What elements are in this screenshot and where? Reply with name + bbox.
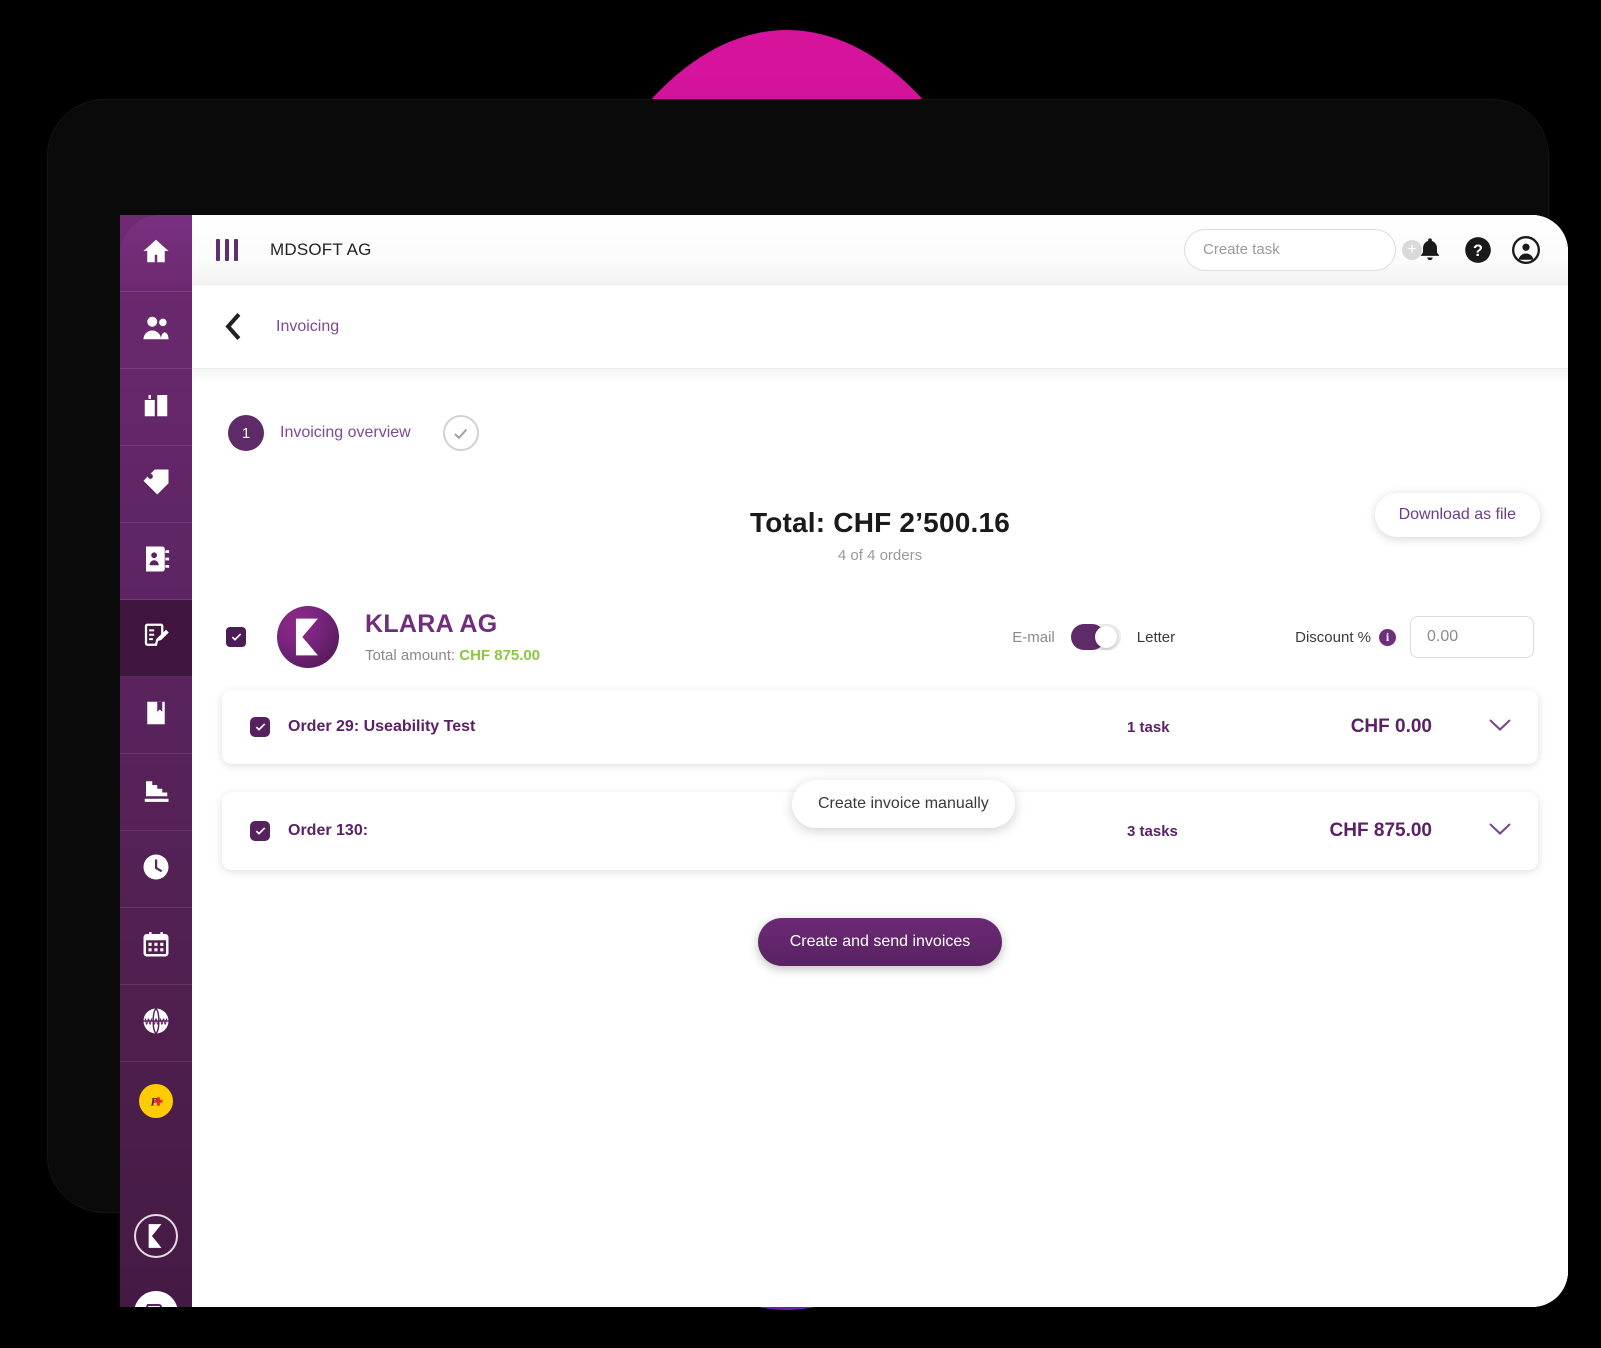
- order-title: Order 29: Useability Test: [288, 718, 476, 735]
- discount-label: Discount %: [1295, 628, 1371, 646]
- sidebar-item-time-tracking[interactable]: [120, 831, 192, 908]
- delivery-letter-label[interactable]: Letter: [1137, 629, 1175, 646]
- sidebar: WWW P: [120, 215, 192, 1307]
- chevron-down-icon[interactable]: [1488, 718, 1512, 737]
- customer-total: Total amount: CHF 875.00: [365, 647, 540, 664]
- top-bar-right: + ?: [1184, 228, 1540, 271]
- bell-icon[interactable]: [1416, 236, 1444, 264]
- total-amount: Total: CHF 2’500.16: [749, 507, 1011, 538]
- step-indicator: 1 Invoicing overview: [192, 369, 1568, 451]
- customer-row: KLARA AG Total amount: CHF 875.00 E-mail: [222, 606, 1538, 668]
- create-and-send-invoices-button[interactable]: Create and send invoices: [757, 918, 1003, 966]
- delivery-email-label[interactable]: E-mail: [1012, 629, 1055, 646]
- sidebar-item-companies[interactable]: [120, 369, 192, 446]
- sidebar-item-address-book[interactable]: [120, 523, 192, 600]
- order-row[interactable]: Order 130: Create invoice manually 3 tas…: [222, 780, 1538, 870]
- calendar-icon: [141, 929, 171, 964]
- account-icon[interactable]: [1512, 235, 1540, 264]
- customer-checkbox[interactable]: [226, 627, 246, 647]
- tablet-device-frame: WWW P MDSOFT AG Create task + ? Invoicin…: [48, 100, 1568, 1307]
- customer-total-label: Total amount:: [365, 647, 456, 664]
- svg-text:?: ?: [1473, 242, 1483, 260]
- summary-header: Total: CHF 2’500.16 4 of 4 orders Downlo…: [192, 493, 1568, 564]
- order-amount: CHF 0.00: [1350, 716, 1432, 737]
- home-icon: [141, 236, 171, 271]
- clipboard-check-icon: [141, 621, 171, 656]
- sidebar-item-klara-badge[interactable]: [120, 1197, 192, 1274]
- sidebar-item-reports[interactable]: [120, 754, 192, 831]
- create-task-input[interactable]: [1203, 241, 1402, 258]
- order-amount: CHF 875.00: [1329, 820, 1432, 841]
- sidebar-item-contacts[interactable]: [120, 292, 192, 369]
- order-checkbox[interactable]: [250, 821, 270, 841]
- step-label[interactable]: Invoicing overview: [280, 424, 411, 442]
- tag-icon: [141, 467, 171, 502]
- buildings-icon: [141, 390, 171, 425]
- book-bookmark-icon: [141, 698, 171, 733]
- sidebar-item-calendar[interactable]: [120, 908, 192, 985]
- orders-count: 4 of 4 orders: [837, 547, 923, 564]
- clock-icon: [141, 852, 171, 887]
- order-title: Order 130:: [288, 822, 369, 839]
- content-panel: 1 Invoicing overview Total: CHF 2’500.16…: [192, 369, 1568, 1307]
- main-area: MDSOFT AG + ?: [192, 215, 1568, 1307]
- chevron-left-icon[interactable]: [216, 313, 250, 340]
- order-task-count: 3 tasks: [1127, 822, 1178, 840]
- screenshot-stage: WWW P MDSOFT AG Create task + ? Invoicin…: [0, 0, 1601, 1348]
- order-checkbox[interactable]: [250, 717, 270, 737]
- download-as-file-button[interactable]: Download as file: [1374, 493, 1540, 537]
- delivery-method-toggle[interactable]: [1070, 624, 1121, 650]
- svg-text:WWW: WWW: [145, 1017, 168, 1026]
- create-task-box[interactable]: +: [1184, 228, 1422, 271]
- klara-logo-icon: [277, 606, 339, 668]
- help-icon[interactable]: ?: [1464, 236, 1492, 264]
- customer-total-value: CHF 875.00: [459, 647, 541, 664]
- klara-logo-icon: [134, 1213, 178, 1258]
- www-globe-icon: WWW: [141, 1006, 171, 1041]
- order-task-count: 1 task: [1127, 718, 1170, 736]
- primary-action-row: Create and send invoices: [192, 918, 1568, 966]
- check-circle-icon: [442, 415, 479, 451]
- people-icon: [141, 313, 171, 348]
- postfinance-icon: P: [139, 1083, 173, 1118]
- delivery-toggle-group: E-mail Letter: [1012, 624, 1175, 650]
- sidebar-item-postfinance[interactable]: P: [120, 1062, 192, 1139]
- breadcrumb: Invoicing: [192, 285, 1568, 369]
- discount-group: Discount % i: [1295, 616, 1534, 658]
- sidebar-item-website[interactable]: WWW: [120, 985, 192, 1062]
- discount-input[interactable]: [1410, 616, 1534, 658]
- create-invoice-manually-button[interactable]: Create invoice manually: [792, 780, 1015, 828]
- breadcrumb-label[interactable]: Invoicing: [276, 318, 339, 336]
- customer-name: KLARA AG: [365, 610, 498, 638]
- sidebar-item-home[interactable]: [120, 215, 192, 292]
- info-icon[interactable]: i: [1379, 628, 1396, 646]
- top-bar: MDSOFT AG + ?: [192, 215, 1568, 285]
- sidebar-item-invoicing[interactable]: [120, 600, 192, 677]
- stairs-chart-icon: [141, 775, 171, 810]
- chat-bubbles-icon: [134, 1290, 178, 1307]
- order-row[interactable]: Order 29: Useability Test 1 task CHF 0.0…: [222, 690, 1538, 764]
- sidebar-item-products[interactable]: [120, 446, 192, 523]
- chevron-down-icon[interactable]: [1488, 822, 1512, 841]
- discount-label-wrap: Discount % i: [1295, 628, 1396, 646]
- step-number: 1: [228, 415, 264, 451]
- toggle-knob: [1094, 626, 1117, 648]
- sidebar-item-support-chat[interactable]: [120, 1274, 192, 1307]
- vertical-bars-menu-icon[interactable]: [216, 238, 238, 261]
- app-screen: WWW P MDSOFT AG Create task + ? Invoicin…: [120, 215, 1568, 1307]
- organization-name: MDSOFT AG: [270, 239, 372, 259]
- sidebar-item-accounting[interactable]: [120, 677, 192, 754]
- customer-info: KLARA AG Total amount: CHF 875.00: [365, 610, 540, 664]
- address-book-icon: [141, 544, 171, 579]
